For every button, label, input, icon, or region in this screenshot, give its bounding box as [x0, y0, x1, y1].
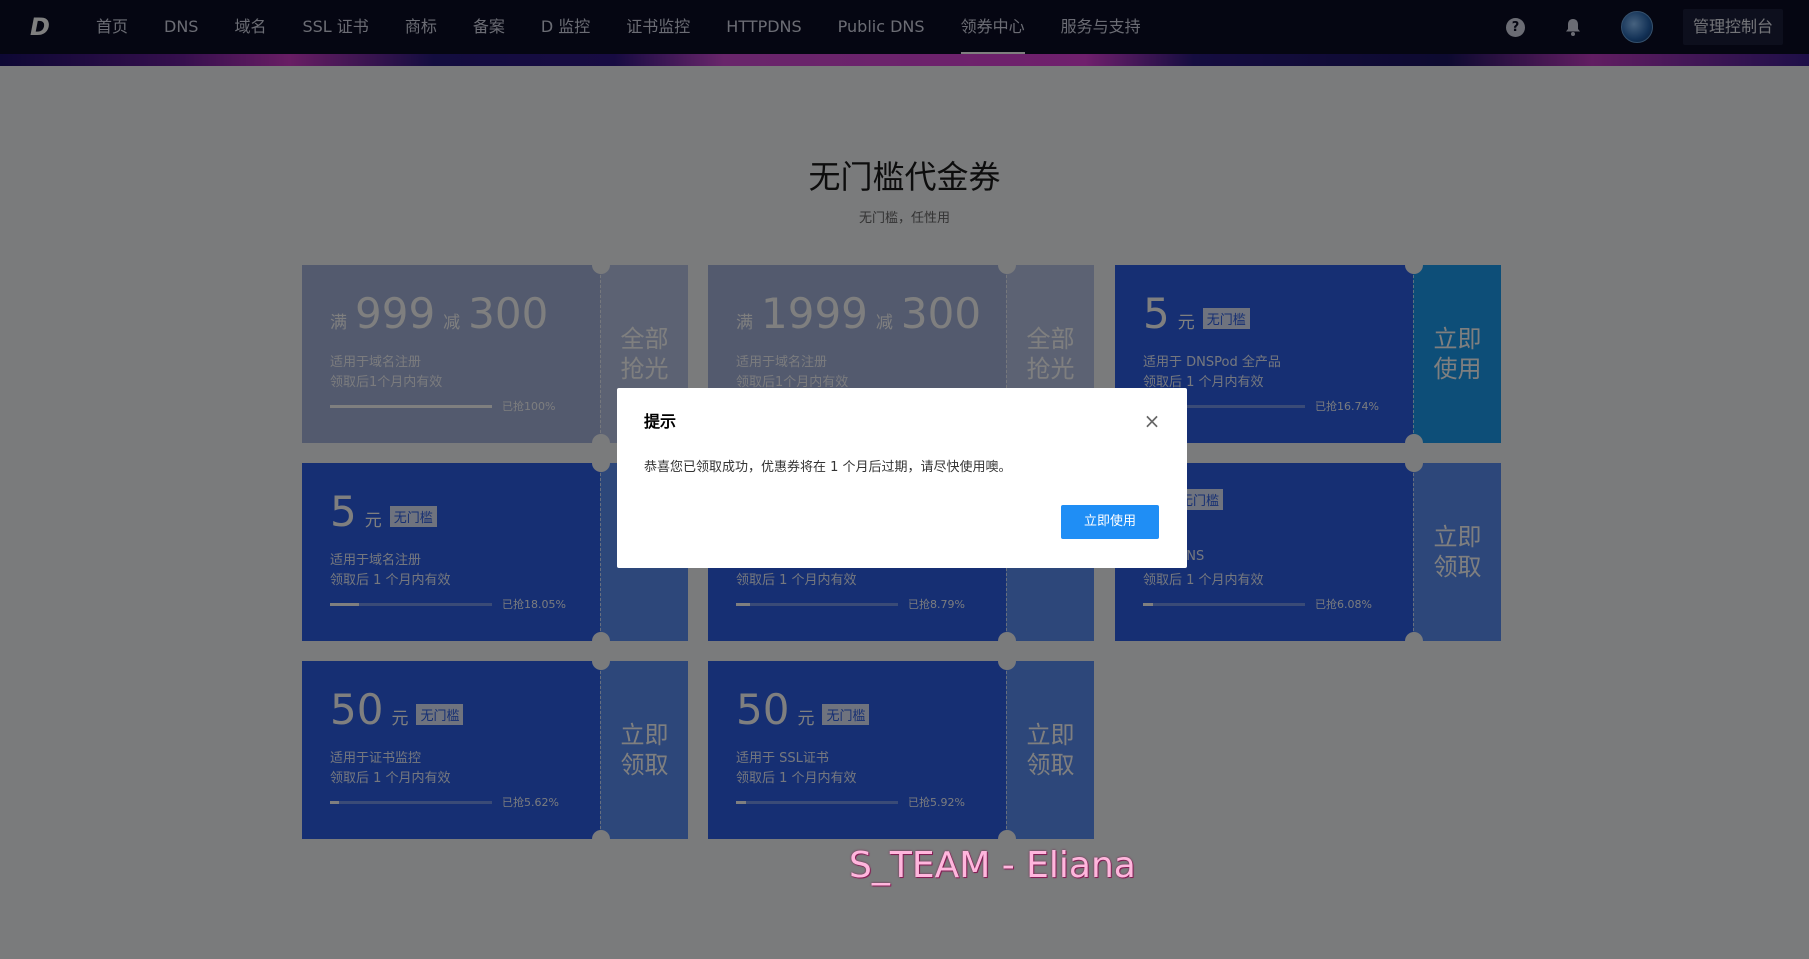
- dialog-title: 提示: [644, 412, 677, 431]
- watermark: S_TEAM - Eliana: [849, 845, 1136, 886]
- success-dialog: 提示 × 恭喜您已领取成功，优惠券将在 1 个月后过期，请尽快使用噢。 立即使用: [617, 388, 1187, 568]
- close-icon[interactable]: ×: [1143, 411, 1161, 431]
- dialog-message: 恭喜您已领取成功，优惠券将在 1 个月后过期，请尽快使用噢。: [644, 460, 1012, 475]
- use-now-button[interactable]: 立即使用: [1061, 505, 1159, 539]
